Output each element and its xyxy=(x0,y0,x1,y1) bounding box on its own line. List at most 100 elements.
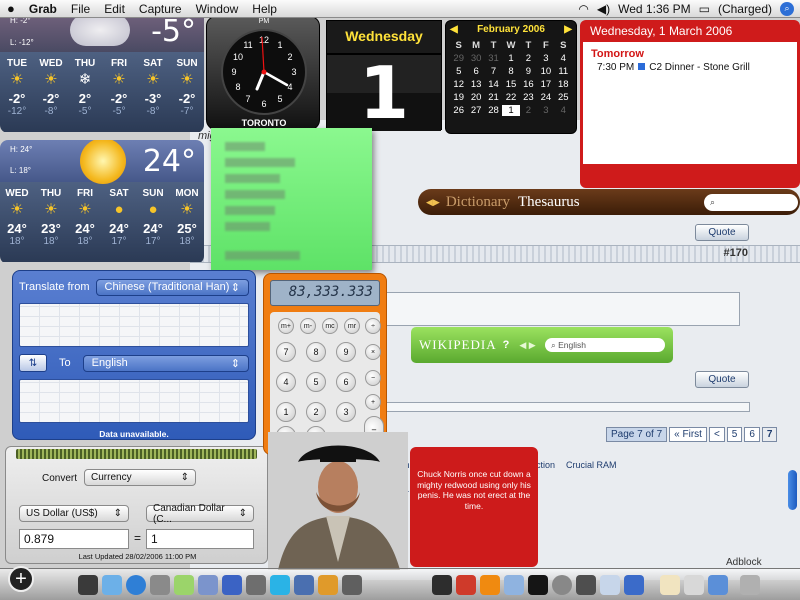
calendar-day[interactable]: 10 xyxy=(537,66,554,77)
calendar-day[interactable]: 30 xyxy=(467,53,484,64)
calendar-day[interactable]: 21 xyxy=(485,92,502,103)
calendar-day[interactable]: 13 xyxy=(467,79,484,90)
from-value-input[interactable]: 0.879 xyxy=(19,529,129,549)
from-unit-select[interactable]: US Dollar (US$) ⇕ xyxy=(19,505,129,522)
nav-arrows-icon[interactable]: ◀ ▶ xyxy=(519,340,535,351)
scrollbar-thumb[interactable] xyxy=(788,470,797,510)
key-4[interactable]: 4 xyxy=(276,372,296,392)
chuck-norris-photo-widget[interactable] xyxy=(268,432,408,570)
weather-widget-warm[interactable]: H: 24° L: 18° 24° WED ☀ 24° 18° THU ☀ 23° 18° … xyxy=(0,140,204,264)
link-ction[interactable]: ction xyxy=(536,460,555,470)
menu-help[interactable]: Help xyxy=(245,2,284,16)
calendar-day[interactable]: 17 xyxy=(537,79,554,90)
key-mc[interactable]: mc xyxy=(322,318,338,334)
spotlight-icon[interactable]: ⌕ xyxy=(780,1,794,16)
quote-button[interactable]: Quote xyxy=(695,224,749,241)
calendar-day[interactable]: 3 xyxy=(537,53,554,64)
dictionary-widget[interactable]: ◀▶ Dictionary Thesaurus ⌕ xyxy=(418,189,800,215)
dashboard-icon[interactable] xyxy=(246,575,266,595)
app-icon[interactable] xyxy=(576,575,596,595)
calendar-day[interactable]: 29 xyxy=(450,53,467,64)
add-widget-icon[interactable]: + xyxy=(8,566,34,592)
calendar-day[interactable]: 20 xyxy=(467,92,484,103)
wifi-icon[interactable]: ◠ xyxy=(578,2,588,16)
date-widget[interactable]: Wednesday 1 xyxy=(326,20,442,131)
calendar-day[interactable]: 27 xyxy=(467,105,484,116)
world-clock-widget[interactable]: 12 3 6 9 12 45 7 8 10 11 PM TORONTO xyxy=(206,16,320,130)
dictionary-tab[interactable]: Dictionary xyxy=(446,194,510,211)
app-icon[interactable] xyxy=(624,575,644,595)
app-icon[interactable] xyxy=(318,575,338,595)
key-divide[interactable]: ÷ xyxy=(365,318,381,334)
calendar-day[interactable]: 14 xyxy=(485,79,502,90)
sticky-note-widget[interactable] xyxy=(211,128,372,270)
adblock-label[interactable]: Adblock xyxy=(726,557,762,568)
ical-event[interactable]: 7:30 PM C2 Dinner - Stone Grill xyxy=(591,62,789,73)
calendar-day[interactable]: 4 xyxy=(555,105,572,116)
key-m-minus[interactable]: m- xyxy=(300,318,316,334)
prev-month-icon[interactable]: ◀ xyxy=(450,24,458,38)
nav-arrows-icon[interactable]: ◀▶ xyxy=(426,197,440,208)
menubar-clock[interactable]: Wed 1:36 PM xyxy=(618,2,690,16)
key-1[interactable]: 1 xyxy=(276,402,296,422)
iphoto-icon[interactable] xyxy=(198,575,218,595)
app-icon[interactable] xyxy=(342,575,362,595)
calendar-day[interactable]: 26 xyxy=(450,105,467,116)
menu-edit[interactable]: Edit xyxy=(97,2,132,16)
page-prev-link[interactable]: < xyxy=(708,427,725,442)
dictionary-search-input[interactable]: ⌕ xyxy=(704,193,798,211)
calendar-day[interactable]: 5 xyxy=(450,66,467,77)
key-3[interactable]: 3 xyxy=(336,402,356,422)
calendar-day[interactable]: 2 xyxy=(520,105,537,116)
document-icon[interactable] xyxy=(660,575,680,595)
conversion-type-select[interactable]: Currency ⇕ xyxy=(84,469,196,486)
thesaurus-tab[interactable]: Thesaurus xyxy=(518,194,580,211)
target-language-select[interactable]: English ⇕ xyxy=(82,354,249,372)
calendar-day[interactable]: 8 xyxy=(502,66,519,77)
calendar-day[interactable]: 16 xyxy=(520,79,537,90)
volume-icon[interactable]: ◀) xyxy=(597,2,610,16)
swap-languages-button[interactable]: ⇅ xyxy=(19,354,47,372)
calendar-day[interactable]: 18 xyxy=(555,79,572,90)
folder-icon[interactable] xyxy=(708,575,728,595)
calendar-day[interactable]: 1 xyxy=(502,53,519,64)
calendar-day[interactable]: 2 xyxy=(520,53,537,64)
mail-icon[interactable] xyxy=(102,575,122,595)
source-text-input[interactable] xyxy=(19,303,249,347)
next-month-icon[interactable]: ▶ xyxy=(564,24,572,38)
red-note-widget[interactable]: Chuck Norris once cut down a mighty redw… xyxy=(410,447,538,567)
wikipedia-search-input[interactable]: ⌕ English xyxy=(545,338,665,352)
key-multiply[interactable]: × xyxy=(365,344,381,360)
page-link-6[interactable]: 6 xyxy=(744,427,760,442)
calendar-day[interactable]: 7 xyxy=(485,66,502,77)
calendar-day[interactable]: 28 xyxy=(485,105,502,116)
page-first-link[interactable]: « First xyxy=(669,427,707,442)
key-2[interactable]: 2 xyxy=(306,402,326,422)
calendar-day[interactable]: 3 xyxy=(537,105,554,116)
key-mr[interactable]: mr xyxy=(344,318,360,334)
key-minus[interactable]: − xyxy=(365,370,381,386)
translation-widget[interactable]: Translate from Chinese (Traditional Han)… xyxy=(12,270,256,440)
menu-file[interactable]: File xyxy=(64,2,97,16)
app-icon[interactable] xyxy=(552,575,572,595)
apple-icon[interactable]: ● xyxy=(0,1,22,16)
menu-window[interactable]: Window xyxy=(189,2,246,16)
menu-app-name[interactable]: Grab xyxy=(22,2,64,16)
to-value-input[interactable]: 1 xyxy=(146,529,254,549)
app-icon[interactable] xyxy=(432,575,452,595)
key-5[interactable]: 5 xyxy=(306,372,326,392)
to-unit-select[interactable]: Canadian Dollar (C... ⇕ xyxy=(146,503,254,525)
calendar-day[interactable]: 19 xyxy=(450,92,467,103)
word-icon[interactable] xyxy=(294,575,314,595)
calendar-day[interactable]: 1 xyxy=(502,105,520,116)
calendar-day[interactable]: 25 xyxy=(555,92,572,103)
key-m-plus[interactable]: m+ xyxy=(278,318,294,334)
unit-converter-widget[interactable]: Convert Currency ⇕ US Dollar (US$) ⇕ Canad… xyxy=(5,446,268,564)
document-icon[interactable] xyxy=(684,575,704,595)
itunes-icon[interactable] xyxy=(174,575,194,595)
quote-button-2[interactable]: Quote xyxy=(695,371,749,388)
finder-icon[interactable] xyxy=(78,575,98,595)
ical-widget[interactable]: Wednesday, 1 March 2006 Tomorrow 7:30 PM… xyxy=(580,20,800,188)
safari-icon[interactable] xyxy=(126,575,146,595)
app-icon[interactable] xyxy=(456,575,476,595)
